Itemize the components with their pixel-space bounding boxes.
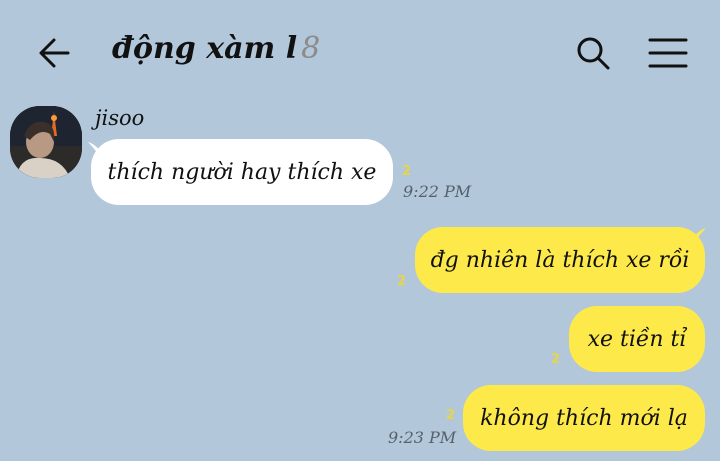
- message-text: thích người hay thích xe: [107, 159, 377, 185]
- message-text: đg nhiên là thích xe rồi: [430, 247, 690, 273]
- unread-count: 2: [402, 164, 412, 179]
- avatar[interactable]: [10, 106, 82, 178]
- sender-name: jisoo: [95, 106, 145, 130]
- chat-header: động xàm l8: [0, 0, 720, 100]
- message-bubble-incoming[interactable]: thích người hay thích xe: [91, 139, 393, 205]
- unread-count: 2: [551, 352, 561, 367]
- unread-count: 2: [446, 408, 456, 423]
- hamburger-menu-icon: [648, 38, 688, 68]
- member-count: 8: [301, 31, 321, 66]
- search-button[interactable]: [574, 34, 612, 72]
- message-text: xe tiền tỉ: [587, 326, 687, 352]
- message-time: 9:23 PM: [388, 428, 457, 447]
- search-icon: [577, 37, 610, 70]
- message-time: 9:22 PM: [403, 182, 472, 201]
- back-arrow-icon: [39, 38, 70, 68]
- chat-name: động xàm l: [112, 31, 298, 66]
- menu-button[interactable]: [648, 36, 688, 70]
- avatar-photo: [10, 106, 82, 178]
- message-text: không thích mới lạ: [480, 405, 688, 431]
- unread-count: 2: [397, 274, 407, 289]
- message-bubble-outgoing[interactable]: xe tiền tỉ: [569, 306, 705, 372]
- back-button[interactable]: [34, 32, 76, 74]
- chat-title: động xàm l8: [112, 31, 320, 66]
- message-bubble-outgoing[interactable]: không thích mới lạ: [463, 385, 705, 451]
- message-bubble-outgoing[interactable]: đg nhiên là thích xe rồi: [415, 227, 705, 293]
